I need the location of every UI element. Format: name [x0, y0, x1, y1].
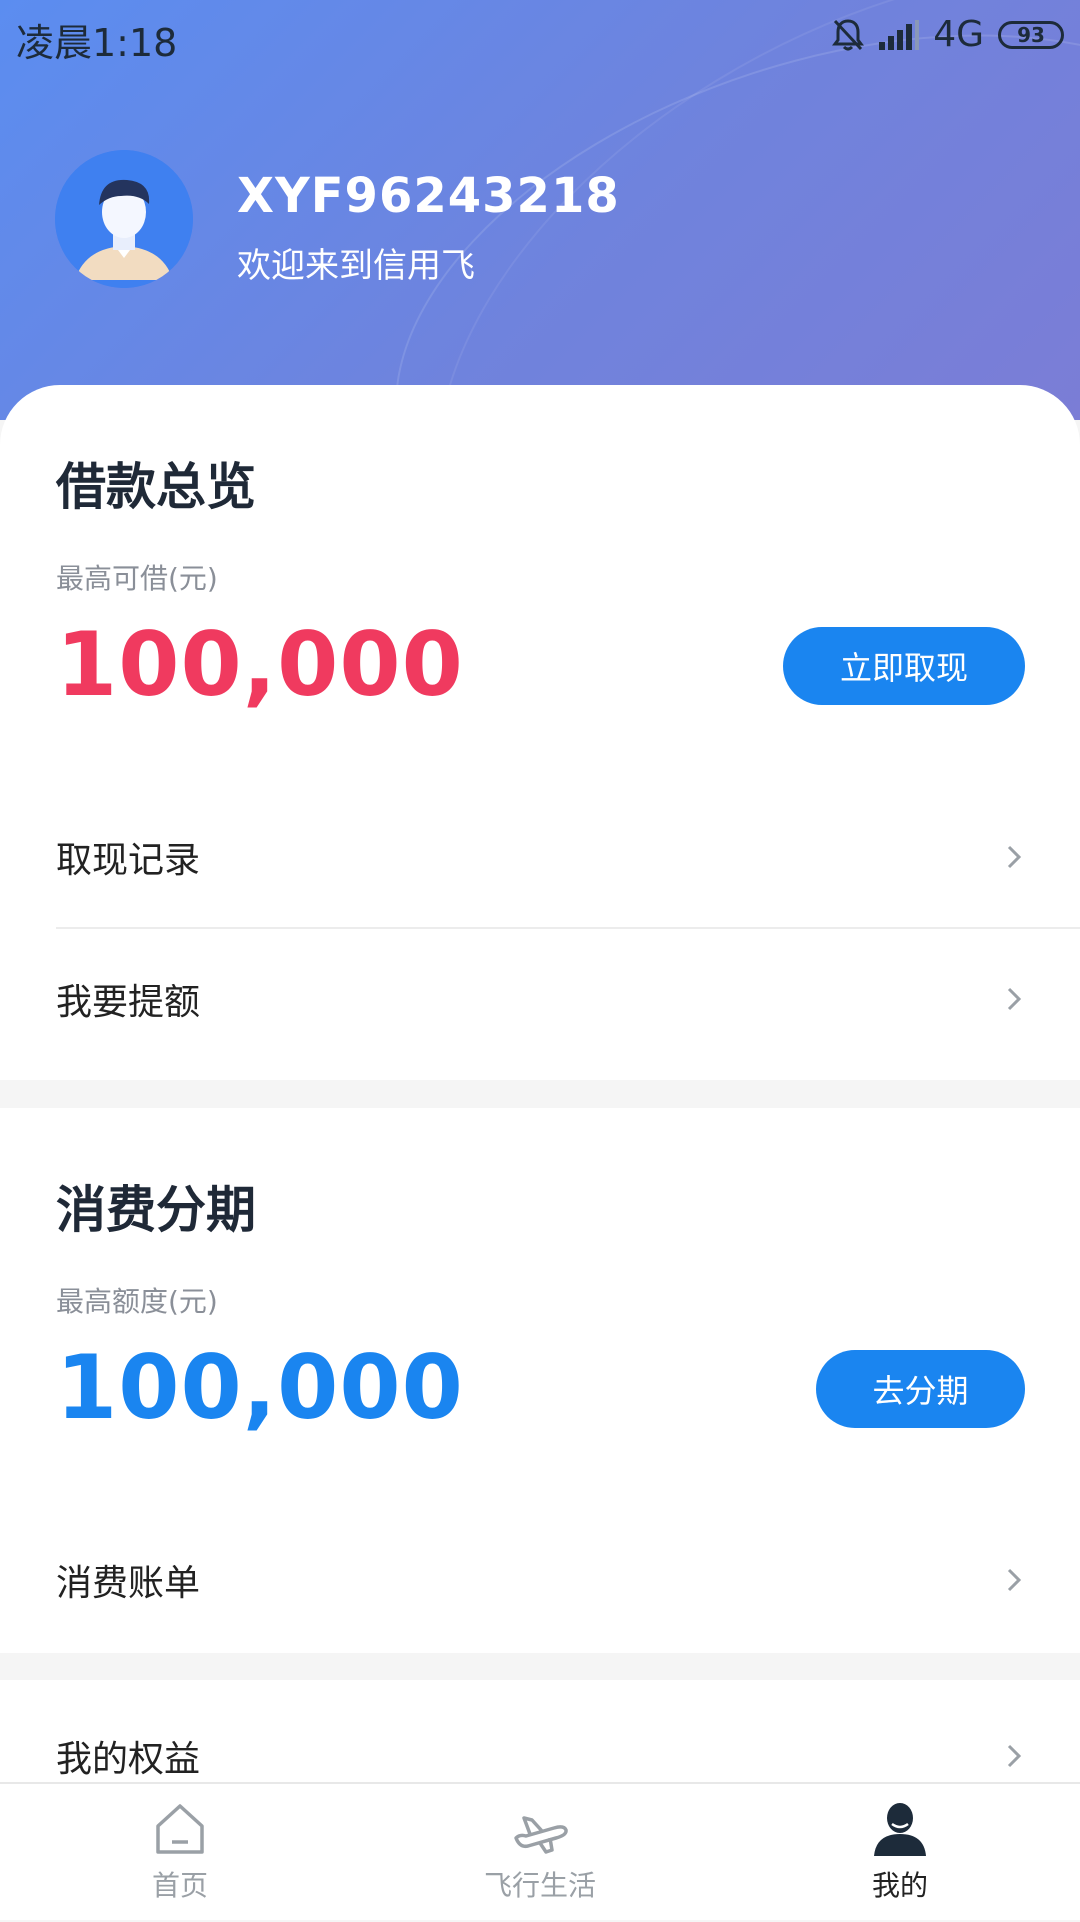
- installment-limit-label: 最高额度(元): [56, 1285, 218, 1318]
- chevron-right-icon: [1007, 845, 1022, 869]
- battery-level: 93: [1017, 22, 1045, 47]
- installment-title: 消费分期: [56, 1181, 256, 1239]
- welcome-text: 欢迎来到信用飞: [237, 246, 475, 286]
- username: XYF96243218: [237, 168, 620, 224]
- chevron-right-icon: [1007, 987, 1022, 1011]
- user-avatar-icon: [55, 150, 193, 288]
- battery-icon: 93: [998, 20, 1064, 49]
- loan-amount: 100,000: [56, 613, 464, 716]
- installment-button[interactable]: 去分期: [816, 1350, 1025, 1428]
- row-withdraw-records[interactable]: 取现记录: [0, 787, 1080, 927]
- status-bar: 凌晨1:18 4G 93: [0, 0, 1080, 70]
- withdraw-button[interactable]: 立即取现: [783, 627, 1025, 705]
- benefits-card: 我的权益: [0, 1680, 1080, 1782]
- chevron-right-icon: [1007, 1744, 1022, 1768]
- loan-limit-label: 最高可借(元): [56, 562, 218, 595]
- nav-label: 首页: [151, 1869, 208, 1902]
- nav-mine[interactable]: 我的: [790, 1784, 1010, 1922]
- chevron-right-icon: [1007, 1568, 1022, 1592]
- plane-icon: [514, 1816, 568, 1854]
- row-label: 我的权益: [56, 1739, 201, 1780]
- bottom-nav: 首页 飞行生活 我的: [0, 1782, 1080, 1920]
- nav-label: 飞行生活: [483, 1869, 596, 1902]
- network-type: 4G: [933, 14, 984, 55]
- bell-muted-icon: [832, 18, 865, 50]
- row-label: 消费账单: [56, 1563, 201, 1604]
- avatar[interactable]: [55, 150, 193, 288]
- profile-header: 凌晨1:18 4G 93 XYF96243218 欢迎来到信用飞: [0, 0, 1080, 420]
- installment-card: 消费分期 最高额度(元) 100,000 去分期 消费账单: [0, 1108, 1080, 1653]
- nav-label: 我的: [871, 1869, 928, 1902]
- installment-amount: 100,000: [56, 1336, 464, 1439]
- user-icon: [874, 1803, 926, 1856]
- row-raise-limit[interactable]: 我要提额: [0, 929, 1080, 1069]
- status-time: 凌晨1:18: [16, 21, 178, 65]
- status-icons: 4G 93: [831, 14, 1064, 55]
- signal-icon: [879, 19, 920, 50]
- row-label: 取现记录: [56, 840, 201, 881]
- loan-overview-title: 借款总览: [56, 458, 256, 516]
- home-icon: [156, 1804, 204, 1854]
- row-label: 我要提额: [56, 982, 201, 1023]
- row-consumption-bill[interactable]: 消费账单: [0, 1510, 1080, 1650]
- nav-flight-life[interactable]: 飞行生活: [430, 1784, 650, 1922]
- loan-overview-card: 借款总览 最高可借(元) 100,000 立即取现 取现记录 我要提额: [0, 385, 1080, 1080]
- nav-home[interactable]: 首页: [70, 1784, 290, 1922]
